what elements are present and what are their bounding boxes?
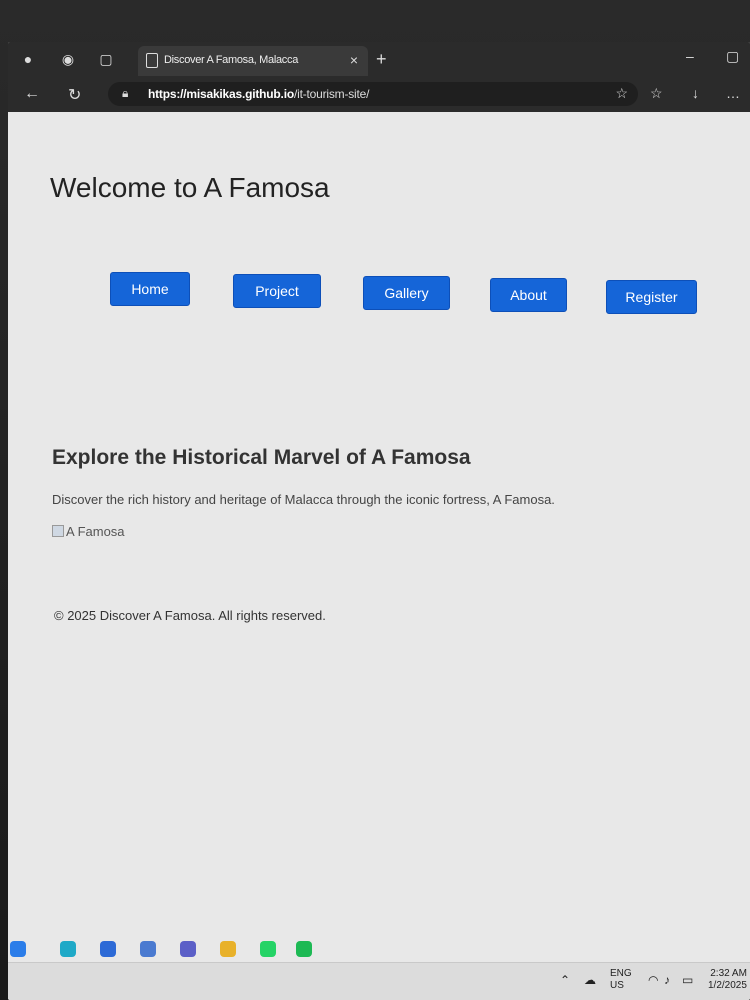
image-alt-text: A Famosa xyxy=(66,524,125,539)
nav-register-button[interactable]: Register xyxy=(606,280,697,314)
url-text: https://misakikas.github.io/it-tourism-s… xyxy=(148,87,369,101)
url-field[interactable]: 🔒︎ https://misakikas.github.io/it-touris… xyxy=(108,82,638,106)
maximize-icon[interactable]: ▢ xyxy=(726,48,739,65)
tab-actions-icon[interactable]: ▢ xyxy=(98,51,114,67)
workspaces-icon[interactable]: ◉ xyxy=(60,51,76,67)
section-description: Discover the rich history and heritage o… xyxy=(52,492,555,507)
downloads-icon[interactable]: ↓ xyxy=(692,85,699,101)
chevron-up-icon[interactable]: ⌃ xyxy=(560,973,570,987)
screen: ● ◉ ▢ Discover A Famosa, Malacca × + – ▢… xyxy=(8,42,750,1000)
lock-icon: 🔒︎ xyxy=(122,86,129,100)
broken-image-icon xyxy=(52,525,64,537)
page-title: Welcome to A Famosa xyxy=(50,172,330,203)
edge-icon[interactable] xyxy=(60,941,76,957)
page-icon xyxy=(146,53,158,68)
spotify-icon[interactable] xyxy=(296,941,312,957)
minimize-icon[interactable]: – xyxy=(686,48,694,64)
taskbar-apps xyxy=(0,935,742,958)
close-icon[interactable]: × xyxy=(350,52,358,68)
nav-project-button[interactable]: Project xyxy=(233,274,321,308)
teams-icon[interactable] xyxy=(180,941,196,957)
taskbar: ⌃ ☁ ENG US ◠ ♪ ▭ 2:32 AM 1/2/2025 xyxy=(8,962,750,1000)
language-top: ENG xyxy=(610,968,632,979)
clock[interactable]: 2:32 AM 1/2/2025 xyxy=(708,968,747,992)
nav-home-button[interactable]: Home xyxy=(110,272,190,306)
favorites-icon[interactable]: ☆ xyxy=(650,85,663,102)
url-path: /it-tourism-site/ xyxy=(293,87,370,101)
clock-time: 2:32 AM xyxy=(710,968,747,979)
app-icon[interactable] xyxy=(100,941,116,957)
language-indicator[interactable]: ENG US xyxy=(610,968,632,992)
cloud-icon[interactable]: ☁ xyxy=(584,973,596,987)
language-bottom: US xyxy=(610,980,624,991)
profile-icon[interactable]: ● xyxy=(20,51,36,67)
refresh-icon[interactable]: ↻ xyxy=(68,85,81,105)
tab-bar: ● ◉ ▢ Discover A Famosa, Malacca × + – ▢ xyxy=(8,42,750,76)
browser-tab[interactable]: Discover A Famosa, Malacca × xyxy=(138,46,368,76)
section-heading: Explore the Historical Marvel of A Famos… xyxy=(52,446,471,469)
back-icon[interactable]: ← xyxy=(24,85,40,103)
favorite-star-icon[interactable]: ☆ xyxy=(615,85,628,102)
volume-icon[interactable]: ♪ xyxy=(664,973,670,987)
battery-icon[interactable]: ▭ xyxy=(682,973,693,987)
more-menu-icon[interactable]: … xyxy=(726,85,740,101)
new-tab-icon[interactable]: + xyxy=(376,49,387,70)
address-bar: ← ↻ 🔒︎ https://misakikas.github.io/it-to… xyxy=(8,76,750,112)
web-page: Welcome to A Famosa Home Project Gallery… xyxy=(8,112,750,962)
folder-icon[interactable] xyxy=(220,941,236,957)
app-icon[interactable] xyxy=(140,941,156,957)
wifi-icon[interactable]: ◠ xyxy=(648,973,658,987)
url-domain: https://misakikas.github.io xyxy=(148,87,294,101)
whatsapp-icon[interactable] xyxy=(260,941,276,957)
start-icon[interactable] xyxy=(10,941,26,957)
tab-title: Discover A Famosa, Malacca xyxy=(164,54,299,66)
footer-text: © 2025 Discover A Famosa. All rights res… xyxy=(54,608,326,623)
nav-about-button[interactable]: About xyxy=(490,278,567,312)
broken-image: A Famosa xyxy=(52,524,125,539)
clock-date: 1/2/2025 xyxy=(708,980,747,991)
nav-gallery-button[interactable]: Gallery xyxy=(363,276,450,310)
